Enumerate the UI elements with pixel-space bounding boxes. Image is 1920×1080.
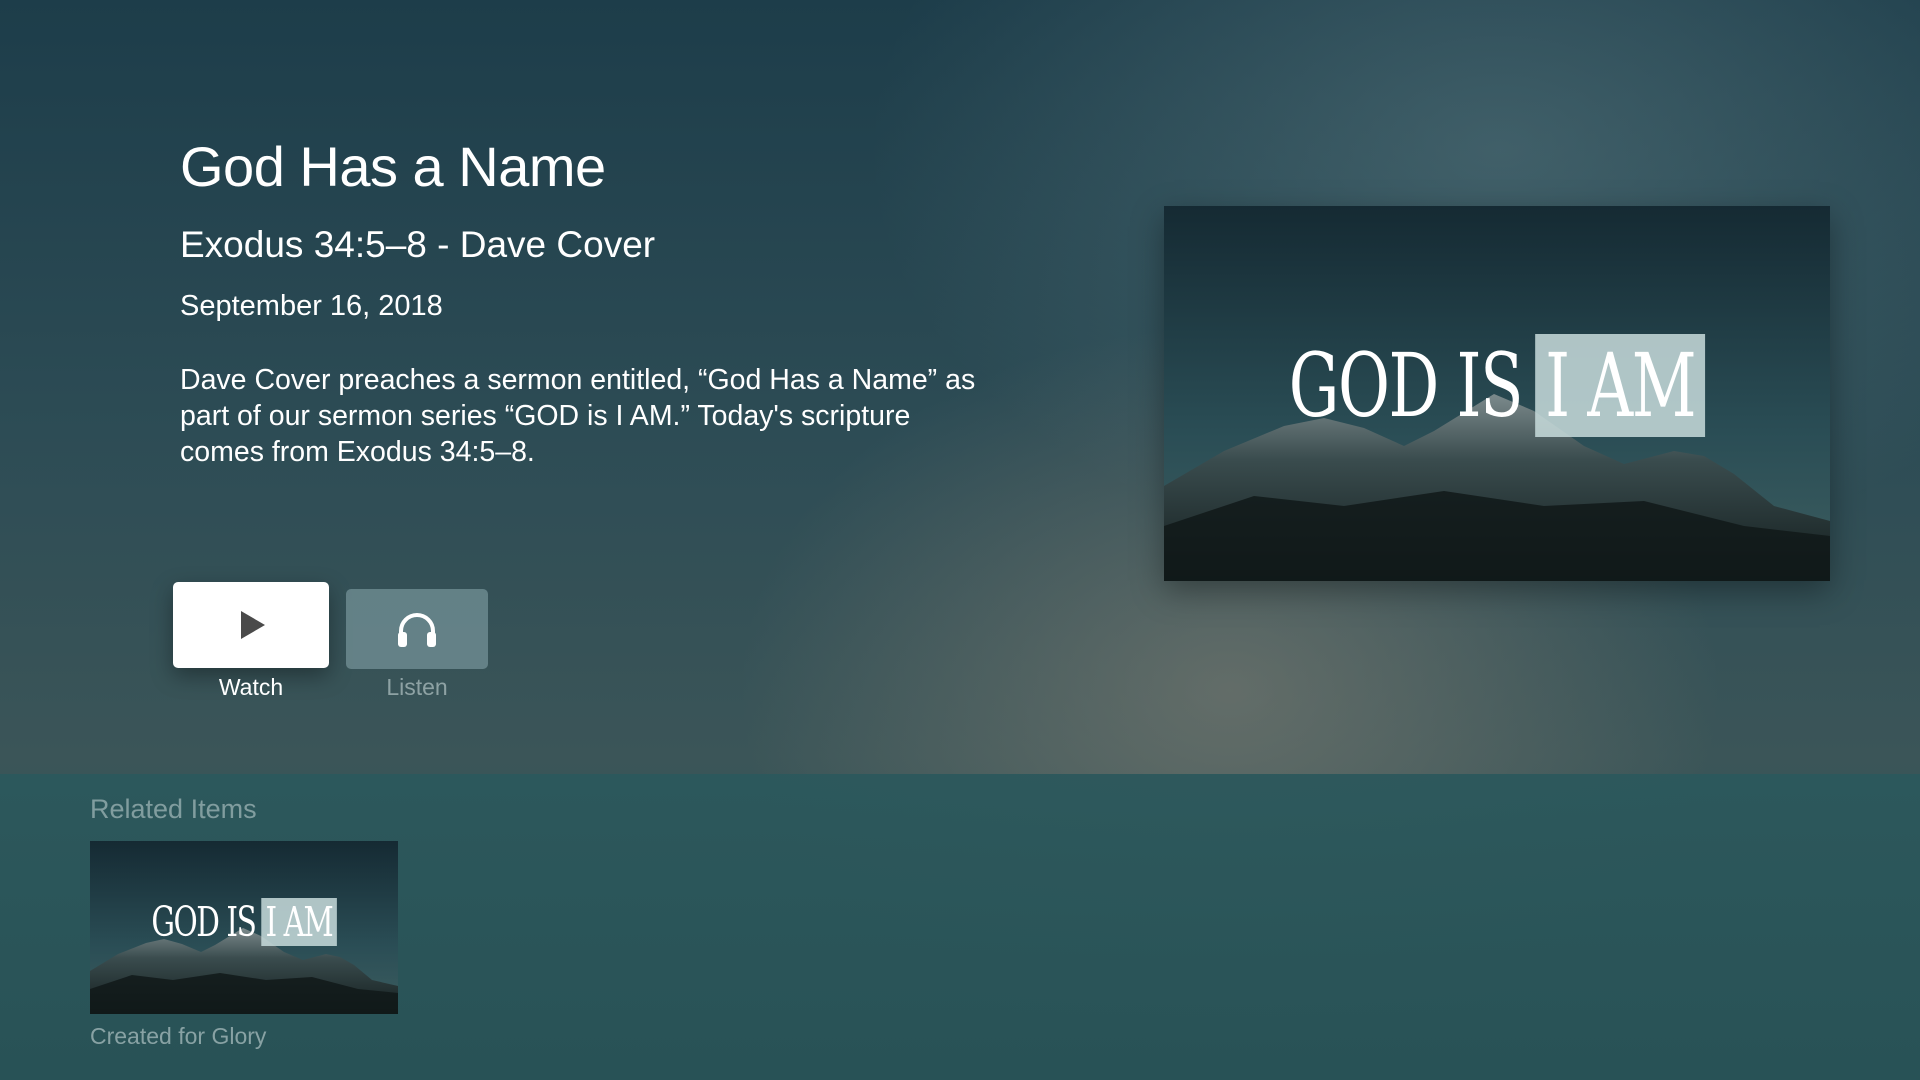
play-icon <box>241 611 265 639</box>
watch-label: Watch <box>218 674 284 700</box>
thumbnail-title: GOD IS I AM <box>133 898 355 946</box>
listen-button[interactable] <box>346 589 488 669</box>
artwork-title: GOD IS I AM <box>1257 334 1737 437</box>
sermon-subtitle: Exodus 34:5–8 - Dave Cover <box>180 224 656 265</box>
sermon-description: Dave Cover preaches a sermon entitled, “… <box>180 364 976 468</box>
listen-label: Listen <box>386 674 448 700</box>
related-item-card[interactable]: GOD IS I AM <box>90 841 398 1014</box>
page-title: God Has a Name <box>180 135 606 198</box>
watch-button[interactable] <box>173 582 329 668</box>
sermon-date: September 16, 2018 <box>180 290 443 322</box>
related-item-caption: Created for Glory <box>90 1023 267 1049</box>
sermon-artwork: GOD IS I AM <box>1164 206 1830 581</box>
related-items-heading: Related Items <box>90 794 257 824</box>
headphones-icon <box>398 613 436 647</box>
